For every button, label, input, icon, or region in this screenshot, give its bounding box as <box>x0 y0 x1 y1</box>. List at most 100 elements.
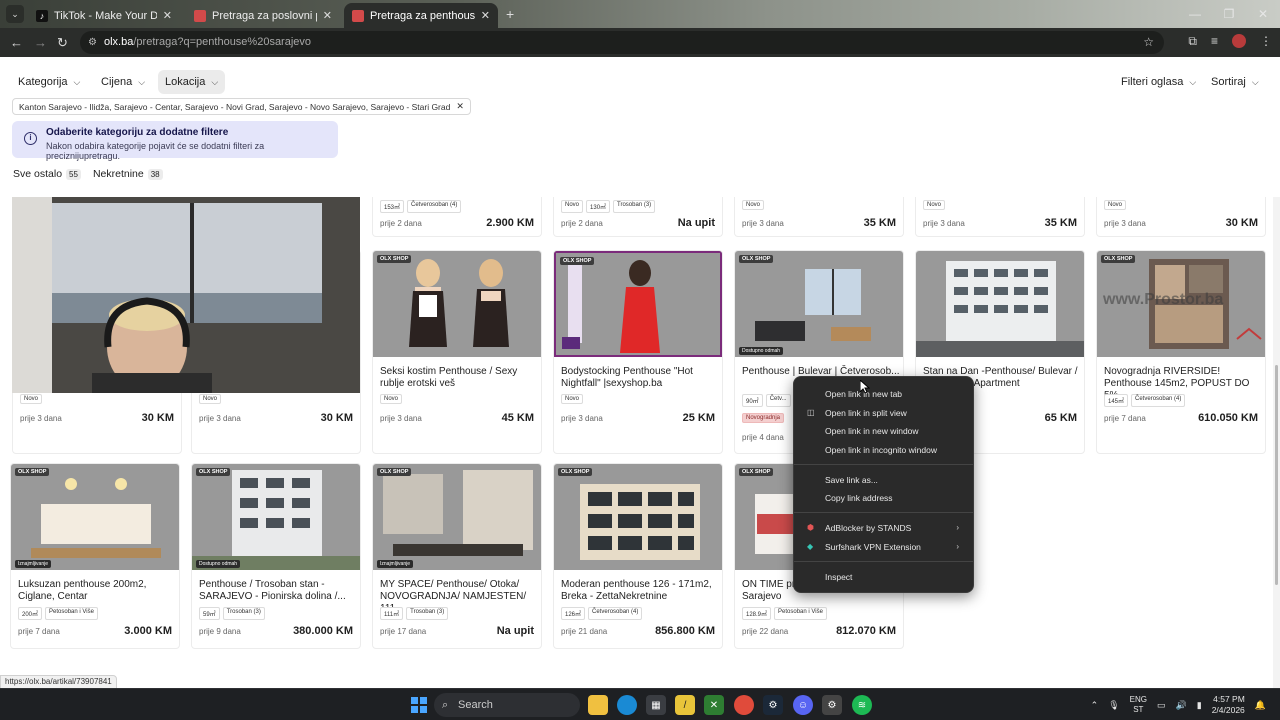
tag: Novo <box>380 394 403 404</box>
count-nekretnine[interactable]: Nekretnine 38 <box>93 168 163 180</box>
page-scrollbar[interactable] <box>1273 197 1280 688</box>
filter-cijena[interactable]: Cijena ⌵ <box>94 70 152 94</box>
taskbar-search[interactable]: ⌕ Search <box>434 693 580 717</box>
spotify-icon[interactable]: ≋ <box>852 695 872 715</box>
steam-icon[interactable]: ⚙ <box>763 695 783 715</box>
listing-image <box>916 251 1084 357</box>
chevron-right-icon: › <box>956 542 959 551</box>
menu-kebab-icon[interactable]: ⋮ <box>1260 34 1272 49</box>
surfshark-item[interactable]: ◆ Surfshark VPN Extension › <box>794 538 973 556</box>
store-icon[interactable]: ▦ <box>646 695 666 715</box>
listing-price: 3.000 KM <box>124 625 172 637</box>
site-info-icon[interactable]: ⚙ <box>88 31 97 54</box>
clock-time: 4:57 PM <box>1213 694 1245 704</box>
adblocker-item[interactable]: ⬢ AdBlocker by STANDS › <box>794 519 973 537</box>
listing-image: OLX SHOP <box>554 464 722 570</box>
tag: Novo <box>199 394 222 404</box>
reload-icon[interactable]: ↻ <box>57 35 68 51</box>
clock[interactable]: 4:57 PM 2/4/2026 <box>1212 694 1245 716</box>
listing-card[interactable]: OLX SHOP Bodystocking Penthouse "Hot Nig… <box>553 250 723 454</box>
close-icon[interactable]: ✕ <box>456 101 464 112</box>
notifications-icon[interactable]: 🔔 <box>1255 700 1266 711</box>
microphone-icon[interactable]: 🎙 <box>1108 700 1119 711</box>
minimize-icon[interactable]: — <box>1178 0 1212 28</box>
listing-card[interactable]: OLX SHOP Moderan penthouse 126 - 171m2, … <box>553 463 723 649</box>
listing-card[interactable]: OLX SHOP Iznajmljivanje Luksuzan penthou… <box>10 463 180 649</box>
listing-price: Na upit <box>677 217 715 229</box>
file-explorer-icon[interactable] <box>588 695 608 715</box>
battery-icon[interactable]: ▮ <box>1197 700 1202 711</box>
volume-icon[interactable]: 🔊 <box>1176 700 1187 711</box>
chevron-up-icon[interactable]: ⌃ <box>1091 700 1099 711</box>
listing-title: Luksuzan penthouse 200m2, Ciglane, Centa… <box>18 579 147 602</box>
search-icon: ⌕ <box>442 699 449 711</box>
save-link-item[interactable]: Save link as... <box>794 471 973 489</box>
listing-date: prije 3 dana <box>199 414 241 423</box>
count-sve-ostalo[interactable]: Sve ostalo 55 <box>13 168 81 180</box>
close-tab-icon[interactable]: ✕ <box>323 9 332 22</box>
menu-separator <box>794 512 973 513</box>
inspect-item[interactable]: Inspect <box>794 568 973 586</box>
back-icon[interactable]: ← <box>10 35 23 50</box>
olx-shop-badge: OLX SHOP <box>377 468 412 476</box>
listing-price: 45 KM <box>501 412 534 424</box>
open-new-window-item[interactable]: Open link in new window <box>794 422 973 440</box>
building-photo <box>916 261 1084 357</box>
open-incognito-item[interactable]: Open link in incognito window <box>794 441 973 459</box>
maximize-icon[interactable]: ❐ <box>1212 0 1246 28</box>
language-indicator[interactable]: ENG ST <box>1130 695 1147 715</box>
discord-icon[interactable]: ☺ <box>793 695 813 715</box>
filter-lokacija[interactable]: Lokacija ⌵ <box>158 70 226 94</box>
context-menu: Open link in new tab ◫ Open link in split… <box>793 376 974 593</box>
open-split-view-item[interactable]: ◫ Open link in split view <box>794 404 973 422</box>
listing-card[interactable]: OLX SHOP Dostupno odmah Penthouse / Tros… <box>191 463 361 649</box>
listing-card[interactable]: OLX SHOP www.Prostor.ba Novogradnja RIVE… <box>1096 250 1266 454</box>
location-chip[interactable]: Kanton Sarajevo - Ilidža, Sarajevo - Cen… <box>12 98 471 115</box>
tab-penthouse[interactable]: Pretraga za penthouse sarajevo ✕ <box>344 3 498 28</box>
start-icon[interactable] <box>409 695 429 715</box>
forward-icon[interactable]: → <box>34 35 47 50</box>
address-bar[interactable]: ⚙ olx.ba/pretraga?q=penthouse%20sarajevo… <box>80 31 1164 54</box>
copy-link-address-item[interactable]: Copy link address <box>794 489 973 507</box>
filteri-oglasa-button[interactable]: Filteri oglasa ⌵ <box>1114 70 1203 94</box>
open-new-tab-item[interactable]: Open link in new tab <box>794 385 973 403</box>
sortiraj-button[interactable]: Sortiraj ⌵ <box>1204 70 1266 94</box>
listing-image: OLX SHOP Iznajmljivanje <box>373 464 541 570</box>
menu-item-label: Copy link address <box>825 493 893 503</box>
notice-title: Odaberite kategoriju za dodatne filtere <box>46 127 229 138</box>
edge-icon[interactable] <box>617 695 637 715</box>
window-controls: — ❐ ✕ <box>1178 0 1280 28</box>
listing-image: OLX SHOP Dostupno odmah <box>735 251 903 357</box>
new-tab-button[interactable]: + <box>506 6 514 22</box>
xbox-icon[interactable]: ✕ <box>704 695 724 715</box>
extensions-icon[interactable]: ⧉ <box>1188 34 1197 49</box>
filter-kategorija[interactable]: Kategorija ⌵ <box>11 70 87 94</box>
listing-price: Na upit <box>496 625 534 637</box>
tab-tiktok[interactable]: ♪ TikTok - Make Your Day ✕ <box>28 3 180 28</box>
reading-list-icon[interactable]: ≡ <box>1211 34 1218 49</box>
count-label: Nekretnine <box>92 168 144 180</box>
tab-poslovni-prostor[interactable]: Pretraga za poslovni prostor ✕ <box>186 3 340 28</box>
location-chip-label: Kanton Sarajevo - Ilidža, Sarajevo - Cen… <box>19 101 451 112</box>
scrollbar-thumb[interactable] <box>1275 365 1278 585</box>
close-window-icon[interactable]: ✕ <box>1246 0 1280 28</box>
filter-label: Sortiraj <box>1211 76 1246 88</box>
listing-price: 610.050 KM <box>1198 412 1258 424</box>
listing-card[interactable]: OLX SHOP Iznajmljivanje MY SPACE/ Pentho… <box>372 463 542 649</box>
chrome-icon[interactable] <box>734 695 754 715</box>
close-tab-icon[interactable]: ✕ <box>481 9 490 22</box>
listing-price: 65 KM <box>1044 412 1077 424</box>
settings-icon[interactable]: ⚙ <box>822 695 842 715</box>
listing-card[interactable]: OLX SHOP Seksi kostim Penthouse / Sexy r… <box>372 250 542 454</box>
monitor-icon[interactable]: ▭ <box>1157 700 1166 711</box>
close-tab-icon[interactable]: ✕ <box>163 9 172 22</box>
app-icon[interactable]: / <box>675 695 695 715</box>
bookmark-star-icon[interactable]: ☆ <box>1143 31 1154 54</box>
tab-title: Pretraga za poslovni prostor <box>212 9 317 22</box>
tab-title: TikTok - Make Your Day <box>54 9 157 22</box>
menu-item-label: Surfshark VPN Extension <box>825 542 921 552</box>
tab-search-button[interactable]: ⌄ <box>6 5 24 23</box>
tag: 90㎡ <box>742 394 763 407</box>
interior-photo <box>383 470 533 556</box>
profile-avatar[interactable] <box>1232 34 1246 48</box>
